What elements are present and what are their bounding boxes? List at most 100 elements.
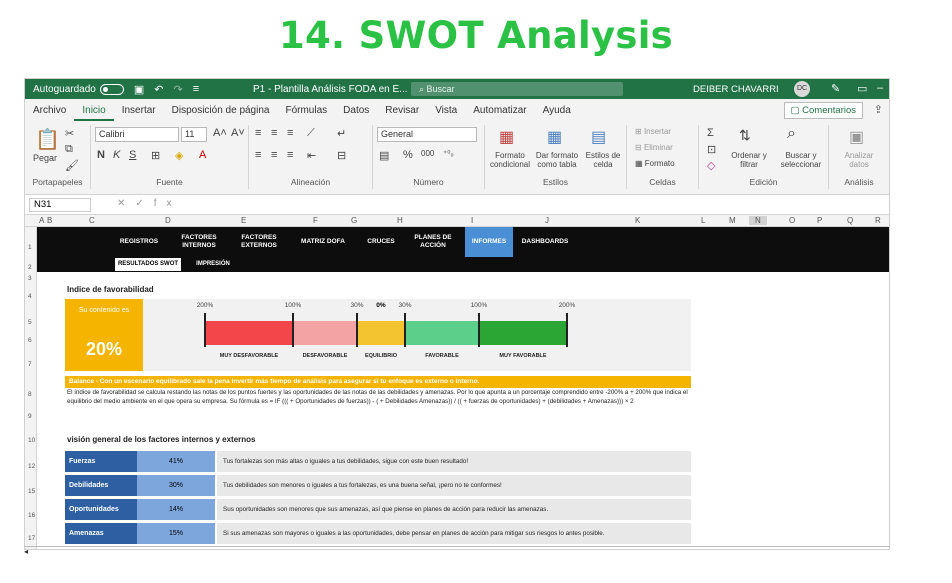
analyze-data-icon[interactable]: ▣ <box>849 127 864 147</box>
col-header[interactable]: R <box>875 216 881 225</box>
align-center-icon[interactable]: ≡ <box>271 149 277 161</box>
row-header[interactable]: 1 <box>28 244 32 251</box>
row-header[interactable]: 8 <box>28 391 32 398</box>
format-table-icon[interactable]: ▦ <box>547 127 562 147</box>
tab-ayuda[interactable]: Ayuda <box>535 105 579 121</box>
shrink-font-icon[interactable]: A˅ <box>231 127 245 139</box>
save-icon[interactable]: ▣ <box>134 83 144 96</box>
cell-styles-icon[interactable]: ▤ <box>591 127 606 147</box>
tab-datos[interactable]: Datos <box>335 105 377 121</box>
align-middle-icon[interactable]: ≡ <box>271 127 277 139</box>
col-header[interactable]: O <box>789 216 795 225</box>
bold-icon[interactable]: N <box>97 149 105 161</box>
user-name[interactable]: DEIBER CHAVARRI <box>693 84 779 95</box>
subnav-resultados-swot[interactable]: RESULTADOS SWOT <box>115 258 181 271</box>
search-box[interactable]: ⌕ Buscar <box>411 82 623 96</box>
align-right-icon[interactable]: ≡ <box>287 149 293 161</box>
undo-icon[interactable]: ↶ <box>154 83 163 96</box>
nav-informes[interactable]: INFORMES <box>465 227 513 257</box>
col-header[interactable]: A <box>39 216 44 225</box>
underline-icon[interactable]: S <box>129 149 136 161</box>
orientation-icon[interactable]: ⟋ <box>307 127 315 140</box>
col-header[interactable]: Q <box>847 216 853 225</box>
wrap-text-icon[interactable]: ↵ <box>337 127 346 140</box>
font-color-icon[interactable]: A <box>199 149 206 161</box>
pen-icon[interactable]: ✎ <box>831 82 840 95</box>
document-title[interactable]: P1 - Plantilla Análisis FODA en E... <box>253 84 408 95</box>
decimal-icon[interactable]: ⁺⁰₀ <box>443 149 454 158</box>
align-top-icon[interactable]: ≡ <box>255 127 261 139</box>
borders-icon[interactable]: ⊞ <box>151 149 160 162</box>
find-select-label[interactable]: Buscar y seleccionar <box>775 151 827 169</box>
ribbon-display-icon[interactable]: ▭ <box>857 82 867 95</box>
col-header[interactable]: I <box>471 216 473 225</box>
align-left-icon[interactable]: ≡ <box>255 149 261 161</box>
share-icon[interactable]: ⇪ <box>874 103 883 116</box>
redo-icon[interactable]: ↷ <box>173 83 182 96</box>
format-table-label[interactable]: Dar formato como tabla <box>533 151 581 169</box>
nav-cruces[interactable]: CRUCES <box>361 227 401 257</box>
paste-label[interactable]: Pegar <box>33 153 57 163</box>
row-header[interactable]: 3 <box>28 275 32 282</box>
paste-icon[interactable]: 📋 <box>35 127 60 152</box>
tab-archivo[interactable]: Archivo <box>25 105 74 121</box>
tab-formulas[interactable]: Fórmulas <box>277 105 335 121</box>
tab-disposicion[interactable]: Disposición de página <box>164 105 278 121</box>
name-box[interactable]: N31 <box>29 198 91 212</box>
nav-planes-accion[interactable]: PLANES DE ACCIÓN <box>407 227 459 257</box>
analyze-data-label[interactable]: Analizar datos <box>835 151 883 169</box>
col-header[interactable]: P <box>817 216 822 225</box>
tab-vista[interactable]: Vista <box>427 105 465 121</box>
col-header-selected[interactable]: N <box>749 216 767 225</box>
format-painter-icon[interactable]: 🖌 <box>65 159 79 172</box>
tab-automatizar[interactable]: Automatizar <box>465 105 534 121</box>
row-header[interactable]: 5 <box>28 319 32 326</box>
italic-icon[interactable]: K <box>113 149 120 161</box>
row-header[interactable]: 2 <box>28 264 32 271</box>
avatar[interactable]: DC <box>794 81 810 97</box>
col-header[interactable]: L <box>701 216 705 225</box>
cell-styles-label[interactable]: Estilos de celda <box>583 151 623 169</box>
row-header[interactable]: 4 <box>28 293 32 300</box>
fill-icon[interactable]: ⊡ <box>707 143 716 156</box>
scroll-left-icon[interactable]: ◂ <box>24 547 28 556</box>
cut-icon[interactable]: ✂ <box>65 127 74 140</box>
formula-icons[interactable]: ✕✓fx <box>117 198 182 209</box>
fill-color-icon[interactable]: ◈ <box>175 149 183 162</box>
indent-icon[interactable]: ⇤ <box>307 149 316 162</box>
row-header[interactable]: 17 <box>28 535 35 542</box>
row-header[interactable]: 12 <box>28 463 35 470</box>
find-select-icon[interactable]: ⌕ <box>787 125 796 143</box>
customize-qa-icon[interactable]: ≡ <box>193 83 199 95</box>
clear-icon[interactable]: ◇ <box>707 159 715 172</box>
delete-cells-button[interactable]: ⊟ Eliminar <box>635 143 673 152</box>
tab-inicio[interactable]: Inicio <box>74 105 114 121</box>
font-size-select[interactable]: 11 <box>181 127 207 142</box>
col-header[interactable]: B <box>47 216 52 225</box>
horizontal-scrollbar[interactable]: ◂ <box>24 546 890 556</box>
merge-icon[interactable]: ⊟ <box>337 149 346 162</box>
row-header[interactable]: 16 <box>28 512 35 519</box>
sort-filter-icon[interactable]: ⇅ <box>739 127 751 144</box>
grow-font-icon[interactable]: A˄ <box>213 127 227 139</box>
nav-dashboards[interactable]: DASHBOARDS <box>519 227 571 257</box>
col-header[interactable]: G <box>351 216 357 225</box>
percent-icon[interactable]: % <box>403 149 413 161</box>
format-cells-button[interactable]: ▦ Formato <box>635 159 675 168</box>
conditional-format-icon[interactable]: ▦ <box>499 127 514 147</box>
sort-filter-label[interactable]: Ordenar y filtrar <box>725 151 773 169</box>
number-format-select[interactable]: General <box>377 127 477 142</box>
col-header[interactable]: D <box>165 216 171 225</box>
tab-insertar[interactable]: Insertar <box>114 105 164 121</box>
minimize-icon[interactable]: – <box>877 82 883 94</box>
row-header[interactable]: 15 <box>28 488 35 495</box>
col-header[interactable]: E <box>241 216 246 225</box>
col-header[interactable]: H <box>397 216 403 225</box>
comments-button[interactable]: ▢ Comentarios <box>783 102 863 119</box>
col-header[interactable]: F <box>313 216 318 225</box>
font-name-select[interactable]: Calibri <box>95 127 179 142</box>
row-header[interactable]: 7 <box>28 361 32 368</box>
nav-matriz-dofa[interactable]: MATRIZ DOFA <box>293 227 353 257</box>
tab-revisar[interactable]: Revisar <box>377 105 427 121</box>
subnav-impresion[interactable]: IMPRESIÓN <box>191 258 235 271</box>
